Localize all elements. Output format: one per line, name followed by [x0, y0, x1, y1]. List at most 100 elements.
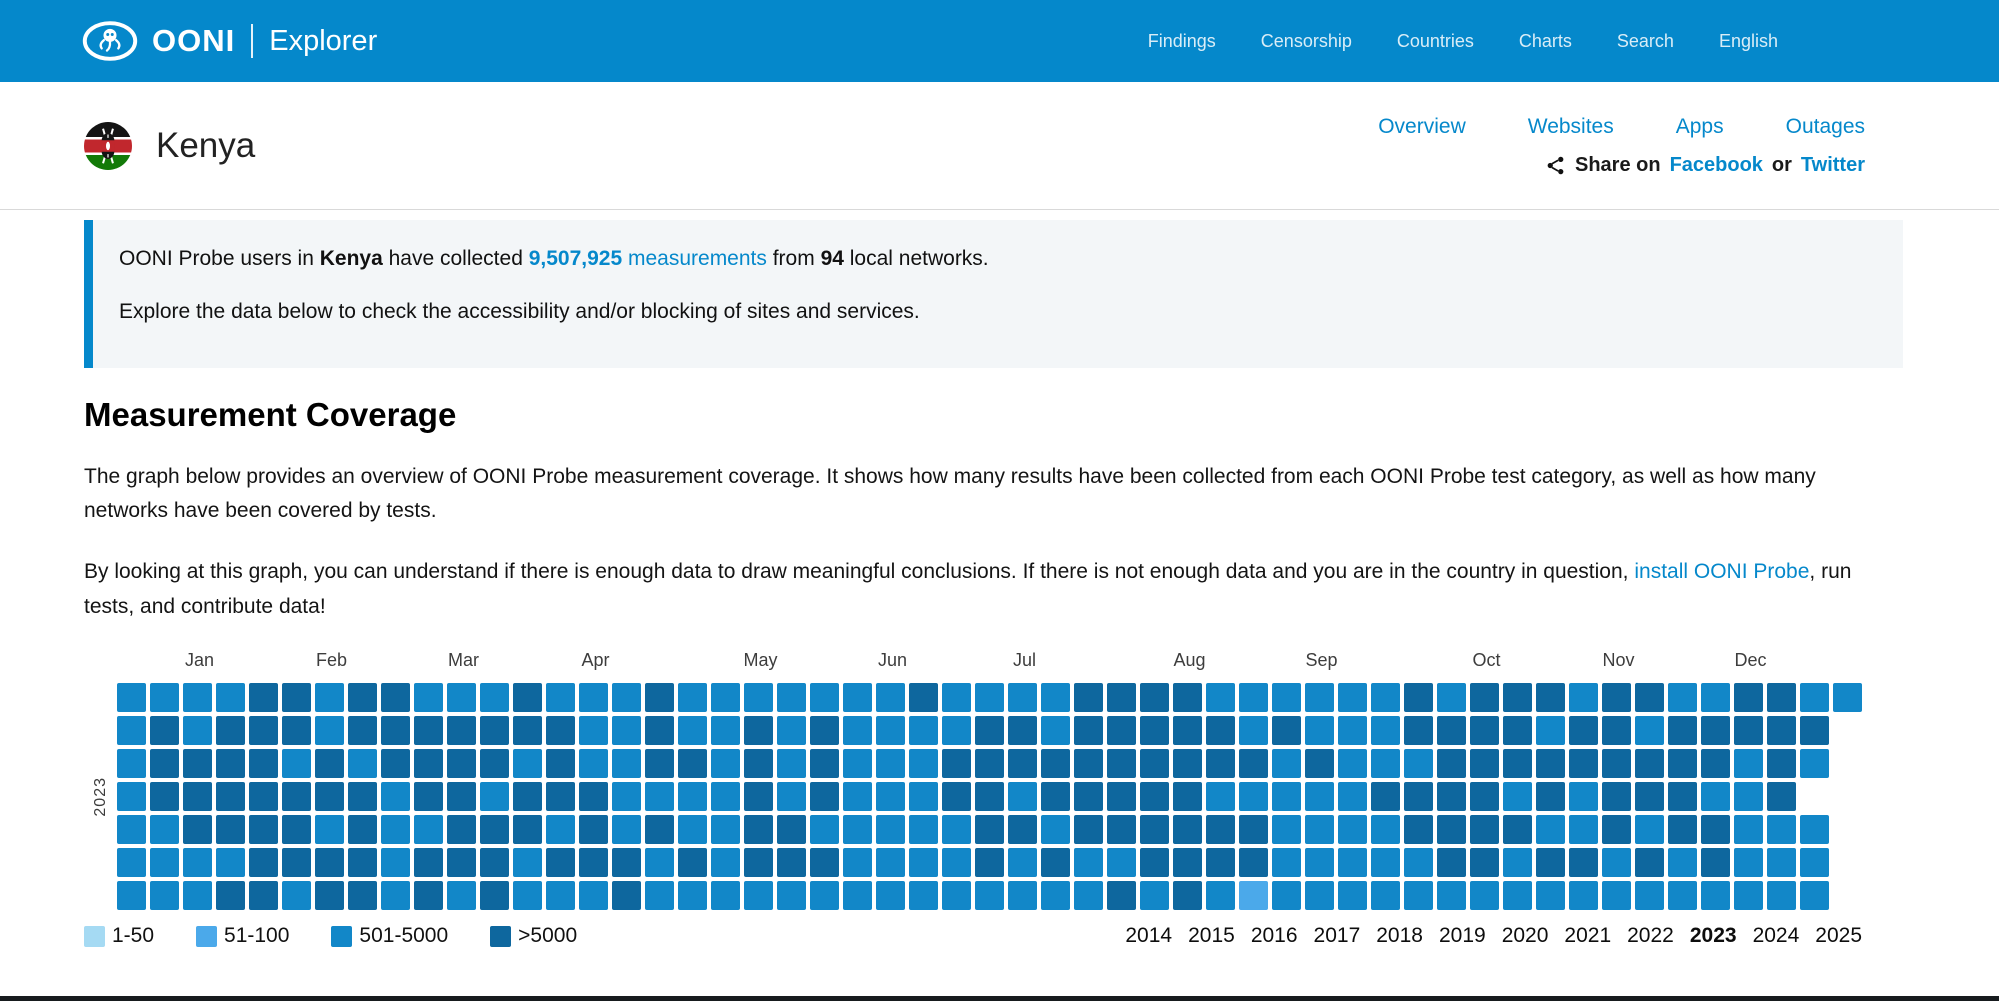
heatmap-cell[interactable]	[1503, 815, 1532, 844]
heatmap-cell[interactable]	[414, 848, 443, 877]
heatmap-cell[interactable]	[612, 881, 641, 910]
heatmap-cell[interactable]	[1635, 881, 1664, 910]
heatmap-cell[interactable]	[579, 716, 608, 745]
heatmap-cell[interactable]	[480, 848, 509, 877]
heatmap-cell[interactable]	[1767, 749, 1796, 778]
heatmap-cell[interactable]	[1602, 683, 1631, 712]
heatmap-cell[interactable]	[1041, 716, 1070, 745]
heatmap-cell[interactable]	[1008, 749, 1037, 778]
heatmap-cell[interactable]	[1701, 683, 1730, 712]
heatmap-cell[interactable]	[909, 683, 938, 712]
heatmap-cell[interactable]	[1041, 848, 1070, 877]
heatmap-cell[interactable]	[1338, 881, 1367, 910]
heatmap-cell[interactable]	[1305, 683, 1334, 712]
heatmap-cell[interactable]	[1734, 815, 1763, 844]
heatmap-cell[interactable]	[447, 881, 476, 910]
heatmap-cell[interactable]	[1008, 815, 1037, 844]
country-tab-apps[interactable]: Apps	[1676, 115, 1724, 139]
heatmap-cell[interactable]	[1305, 782, 1334, 811]
heatmap-cell[interactable]	[975, 683, 1004, 712]
heatmap-cell[interactable]	[1272, 683, 1301, 712]
heatmap-cell[interactable]	[744, 683, 773, 712]
heatmap-cell[interactable]	[1602, 716, 1631, 745]
heatmap-cell[interactable]	[975, 848, 1004, 877]
heatmap-cell[interactable]	[777, 749, 806, 778]
share-facebook-link[interactable]: Facebook	[1670, 154, 1763, 177]
year-option-2015[interactable]: 2015	[1188, 924, 1235, 948]
heatmap-cell[interactable]	[1074, 749, 1103, 778]
heatmap-cell[interactable]	[975, 716, 1004, 745]
heatmap-cell[interactable]	[546, 848, 575, 877]
heatmap-cell[interactable]	[150, 683, 179, 712]
heatmap-cell[interactable]	[612, 716, 641, 745]
heatmap-cell[interactable]	[1437, 782, 1466, 811]
heatmap-cell[interactable]	[1536, 782, 1565, 811]
heatmap-cell[interactable]	[1767, 716, 1796, 745]
heatmap-cell[interactable]	[513, 716, 542, 745]
heatmap-cell[interactable]	[381, 881, 410, 910]
heatmap-cell[interactable]	[942, 782, 971, 811]
heatmap-cell[interactable]	[1404, 815, 1433, 844]
heatmap-cell[interactable]	[216, 815, 245, 844]
heatmap-cell[interactable]	[1107, 815, 1136, 844]
heatmap-cell[interactable]	[612, 782, 641, 811]
heatmap-cell[interactable]	[1305, 749, 1334, 778]
heatmap-cell[interactable]	[810, 683, 839, 712]
heatmap-cell[interactable]	[1536, 881, 1565, 910]
heatmap-cell[interactable]	[1800, 716, 1829, 745]
heatmap-cell[interactable]	[744, 782, 773, 811]
heatmap-cell[interactable]	[1272, 716, 1301, 745]
heatmap-cell[interactable]	[249, 716, 278, 745]
heatmap-cell[interactable]	[744, 815, 773, 844]
heatmap-cell[interactable]	[1668, 782, 1697, 811]
heatmap-cell[interactable]	[1800, 848, 1829, 877]
country-tab-outages[interactable]: Outages	[1786, 115, 1865, 139]
heatmap-cell[interactable]	[414, 881, 443, 910]
heatmap-cell[interactable]	[249, 749, 278, 778]
heatmap-cell[interactable]	[1305, 815, 1334, 844]
heatmap-cell[interactable]	[612, 683, 641, 712]
heatmap-cell[interactable]	[1404, 716, 1433, 745]
heatmap-cell[interactable]	[1272, 881, 1301, 910]
heatmap-cell[interactable]	[1602, 749, 1631, 778]
heatmap-cell[interactable]	[810, 881, 839, 910]
ooni-logo[interactable]: OONI Explorer	[82, 21, 377, 61]
heatmap-cell[interactable]	[348, 716, 377, 745]
heatmap-cell[interactable]	[1371, 815, 1400, 844]
heatmap-cell[interactable]	[1173, 683, 1202, 712]
heatmap-cell[interactable]	[1701, 815, 1730, 844]
heatmap-cell[interactable]	[117, 782, 146, 811]
heatmap-cell[interactable]	[249, 881, 278, 910]
heatmap-cell[interactable]	[1602, 782, 1631, 811]
heatmap-cell[interactable]	[183, 848, 212, 877]
heatmap-cell[interactable]	[1140, 881, 1169, 910]
heatmap-cell[interactable]	[810, 815, 839, 844]
heatmap-cell[interactable]	[1008, 848, 1037, 877]
heatmap-cell[interactable]	[678, 782, 707, 811]
heatmap-cell[interactable]	[1503, 881, 1532, 910]
share-twitter-link[interactable]: Twitter	[1801, 154, 1865, 177]
heatmap-cell[interactable]	[480, 683, 509, 712]
heatmap-cell[interactable]	[942, 848, 971, 877]
heatmap-cell[interactable]	[1404, 749, 1433, 778]
heatmap-cell[interactable]	[1206, 683, 1235, 712]
heatmap-cell[interactable]	[1470, 782, 1499, 811]
heatmap-cell[interactable]	[1107, 782, 1136, 811]
heatmap-cell[interactable]	[183, 683, 212, 712]
heatmap-cell[interactable]	[711, 749, 740, 778]
heatmap-cell[interactable]	[216, 716, 245, 745]
heatmap-cell[interactable]	[447, 716, 476, 745]
heatmap-cell[interactable]	[513, 683, 542, 712]
heatmap-cell[interactable]	[381, 815, 410, 844]
year-option-2025[interactable]: 2025	[1815, 924, 1862, 948]
heatmap-cell[interactable]	[183, 716, 212, 745]
year-option-2017[interactable]: 2017	[1314, 924, 1361, 948]
heatmap-cell[interactable]	[1767, 782, 1796, 811]
heatmap-cell[interactable]	[348, 683, 377, 712]
heatmap-cell[interactable]	[1800, 881, 1829, 910]
heatmap-cell[interactable]	[1239, 782, 1268, 811]
heatmap-cell[interactable]	[1272, 848, 1301, 877]
heatmap-cell[interactable]	[744, 749, 773, 778]
year-option-2024[interactable]: 2024	[1753, 924, 1800, 948]
heatmap-cell[interactable]	[150, 716, 179, 745]
